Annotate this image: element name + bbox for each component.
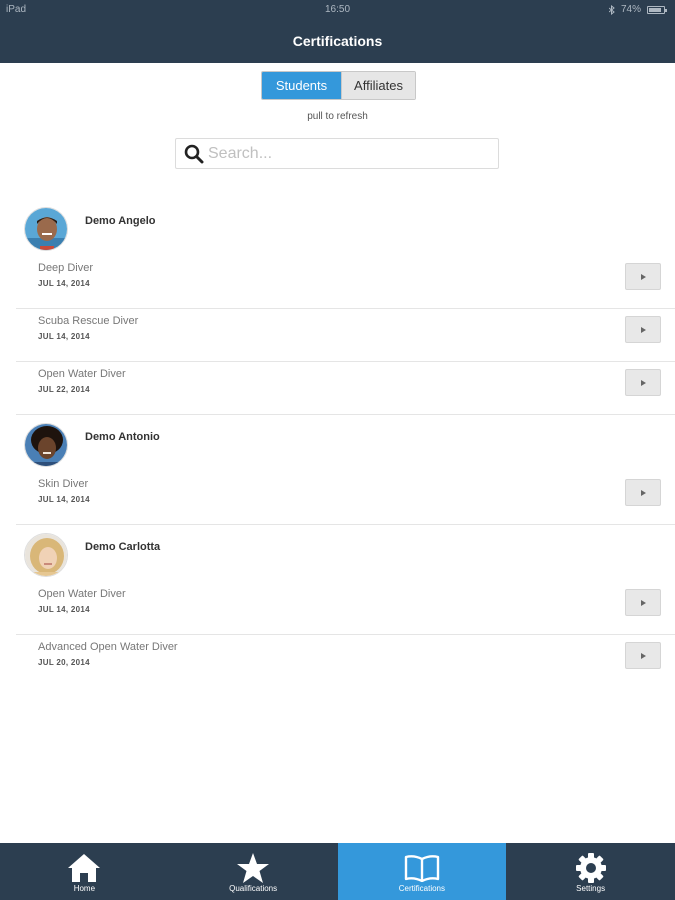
- tab-label: Settings: [576, 884, 606, 893]
- certification-date: JUL 22, 2014: [38, 385, 90, 394]
- avatar: [24, 207, 68, 251]
- tab-label: Home: [73, 884, 96, 893]
- book-icon: [404, 855, 440, 882]
- certification-name: Open Water Diver: [38, 368, 126, 380]
- play-icon: [640, 326, 646, 333]
- play-button[interactable]: [625, 479, 661, 506]
- play-icon: [640, 273, 646, 280]
- tab-label: Qualifications: [229, 884, 278, 893]
- segment-students[interactable]: Students: [262, 72, 341, 99]
- status-bar: iPad 16:50 74%: [0, 0, 675, 20]
- search-field[interactable]: [175, 138, 499, 169]
- student-name: Demo Antonio: [85, 431, 160, 443]
- certification-list: Demo Angelo Deep Diver JUL 14, 2014 Scub…: [0, 199, 675, 688]
- certification-date: JUL 14, 2014: [38, 495, 90, 504]
- avatar: [24, 423, 68, 467]
- certification-date: JUL 14, 2014: [38, 605, 90, 614]
- certification-row[interactable]: Deep Diver JUL 14, 2014: [16, 256, 675, 309]
- tab-certifications[interactable]: Certifications: [337, 843, 507, 900]
- pull-to-refresh-hint: pull to refresh: [307, 111, 368, 122]
- tab-label: Certifications: [398, 884, 445, 893]
- avatar: [24, 533, 68, 577]
- tab-settings[interactable]: Settings: [506, 843, 675, 900]
- play-button[interactable]: [625, 589, 661, 616]
- tab-bar: Home Qualifications Certifications Setti…: [0, 843, 675, 900]
- certification-name: Scuba Rescue Diver: [38, 315, 139, 327]
- student-group: Demo Carlotta Open Water Diver JUL 14, 2…: [0, 525, 675, 688]
- search-input[interactable]: [208, 144, 488, 163]
- certification-row[interactable]: Open Water Diver JUL 14, 2014: [16, 582, 675, 635]
- play-button[interactable]: [625, 263, 661, 290]
- certification-row[interactable]: Advanced Open Water Diver JUL 20, 2014: [16, 635, 675, 688]
- certification-row[interactable]: Scuba Rescue Diver JUL 14, 2014: [16, 309, 675, 362]
- play-icon: [640, 599, 646, 606]
- certification-row[interactable]: Open Water Diver JUL 22, 2014: [16, 362, 675, 415]
- student-header[interactable]: Demo Antonio: [0, 415, 675, 472]
- star-icon: [237, 853, 270, 883]
- segmented-control: Students Affiliates: [261, 71, 416, 100]
- battery-icon: [647, 5, 667, 14]
- certification-date: JUL 20, 2014: [38, 658, 90, 667]
- segment-affiliates[interactable]: Affiliates: [341, 72, 415, 99]
- tab-qualifications[interactable]: Qualifications: [169, 843, 338, 900]
- status-right: 74%: [608, 4, 667, 15]
- certification-name: Advanced Open Water Diver: [38, 641, 178, 653]
- play-icon: [640, 489, 646, 496]
- student-name: Demo Angelo: [85, 215, 156, 227]
- status-time: 16:50: [324, 4, 351, 15]
- student-name: Demo Carlotta: [85, 541, 161, 553]
- student-group: Demo Angelo Deep Diver JUL 14, 2014 Scub…: [0, 199, 675, 415]
- student-group: Demo Antonio Skin Diver JUL 14, 2014: [0, 415, 675, 525]
- student-header[interactable]: Demo Angelo: [0, 199, 675, 256]
- play-button[interactable]: [625, 316, 661, 343]
- battery-percent: 74%: [620, 4, 641, 15]
- certification-row[interactable]: Skin Diver JUL 14, 2014: [16, 472, 675, 525]
- play-button[interactable]: [625, 369, 661, 396]
- certification-name: Skin Diver: [38, 478, 89, 490]
- play-button[interactable]: [625, 642, 661, 669]
- certification-name: Deep Diver: [38, 262, 94, 274]
- page-title: Certifications: [292, 33, 383, 49]
- search-icon: [184, 144, 204, 163]
- student-header[interactable]: Demo Carlotta: [0, 525, 675, 582]
- navigation-bar: iPad 16:50 74% Certifications: [0, 0, 675, 63]
- play-icon: [640, 652, 646, 659]
- tab-home[interactable]: Home: [0, 843, 169, 900]
- certification-date: JUL 14, 2014: [38, 279, 90, 288]
- play-icon: [640, 379, 646, 386]
- certification-name: Open Water Diver: [38, 588, 126, 600]
- home-icon: [68, 854, 101, 882]
- bluetooth-icon: [608, 4, 615, 15]
- certification-date: JUL 14, 2014: [38, 332, 90, 341]
- gear-icon: [575, 853, 606, 883]
